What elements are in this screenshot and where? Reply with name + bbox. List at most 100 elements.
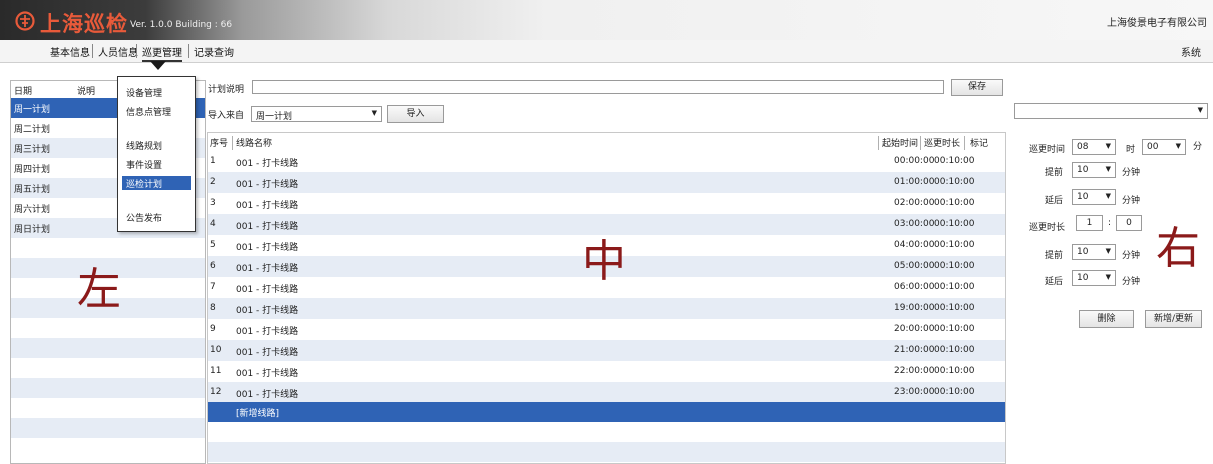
row-start-time: 20:00:00 bbox=[894, 324, 935, 334]
row-route-name: 001 - 打卡线路 bbox=[236, 159, 299, 169]
row-number: 8 bbox=[210, 303, 216, 313]
empty-row bbox=[11, 358, 205, 378]
row-number: 3 bbox=[210, 198, 216, 208]
dropdown-item-label: 公告发布 bbox=[126, 214, 163, 224]
row-duration: 00:10:00 bbox=[934, 240, 975, 250]
row-duration: 00:10:00 bbox=[934, 219, 975, 229]
chevron-down-icon: ▼ bbox=[1105, 273, 1111, 281]
dropdown-item-label: 设备管理 bbox=[126, 89, 163, 99]
column-divider bbox=[920, 136, 921, 150]
plan-item-label: 周四计划 bbox=[14, 165, 51, 175]
table-row[interactable]: 12 001 - 打卡线路 23:00:00 00:10:00 bbox=[208, 382, 1005, 403]
duration-hour-input[interactable]: 1 bbox=[1076, 215, 1103, 231]
menu-device-management[interactable]: 设备管理 bbox=[118, 85, 195, 99]
minutes-unit: 分钟 bbox=[1122, 196, 1141, 206]
early-select-2[interactable]: 10 ▼ bbox=[1072, 244, 1116, 260]
menu-event-settings[interactable]: 事件设置 bbox=[118, 157, 195, 171]
new-route-row[interactable]: [新增线路] bbox=[208, 402, 1005, 422]
patrol-management-dropdown: 设备管理 信息点管理 线路规划 事件设置 巡检计划 公告发布 bbox=[117, 76, 196, 232]
row-start-time: 00:00:00 bbox=[894, 156, 935, 166]
hour-value: 08 bbox=[1077, 142, 1089, 152]
row-start-time: 03:00:00 bbox=[894, 219, 935, 229]
plan-item-label: 周日计划 bbox=[14, 225, 51, 235]
row-duration: 00:10:00 bbox=[934, 198, 975, 208]
table-row[interactable]: 3 001 - 打卡线路 02:00:00 00:10:00 bbox=[208, 193, 1005, 214]
minute-select[interactable]: 00 ▼ bbox=[1142, 139, 1186, 155]
plan-item-label: 周六计划 bbox=[14, 205, 51, 215]
row-duration: 00:10:00 bbox=[934, 282, 975, 292]
row-start-time: 02:00:00 bbox=[894, 198, 935, 208]
save-button[interactable]: 保存 bbox=[951, 79, 1003, 96]
menu-patrol-management[interactable]: 巡更管理 bbox=[142, 44, 182, 62]
row-duration: 00:10:00 bbox=[934, 156, 975, 166]
dropdown-item-label: 信息点管理 bbox=[126, 108, 172, 118]
hour-select[interactable]: 08 ▼ bbox=[1072, 139, 1116, 155]
plan-item-label: 周一计划 bbox=[14, 105, 51, 115]
row-number: 6 bbox=[210, 261, 216, 271]
plan-item-label: 周三计划 bbox=[14, 145, 51, 155]
menu-divider bbox=[92, 44, 93, 58]
early-label: 提前 bbox=[1045, 251, 1064, 261]
minutes-unit: 分钟 bbox=[1122, 168, 1141, 178]
route-table-header: 序号 线路名称 起始时间 巡更时长 标记 bbox=[208, 133, 1005, 151]
table-row[interactable]: 2 001 - 打卡线路 01:00:00 00:10:00 bbox=[208, 172, 1005, 193]
import-from-select[interactable]: 周一计划 ▼ bbox=[251, 106, 382, 122]
row-number: 9 bbox=[210, 324, 216, 334]
menu-divider bbox=[188, 44, 189, 58]
menu-record-query[interactable]: 记录查询 bbox=[194, 44, 234, 59]
table-row[interactable]: 1 001 - 打卡线路 00:00:00 00:10:00 bbox=[208, 151, 1005, 172]
row-start-time: 23:00:00 bbox=[894, 387, 935, 397]
column-date: 日期 bbox=[14, 87, 33, 97]
dropdown-item-label: 事件设置 bbox=[126, 161, 163, 171]
watermark-left: 左 bbox=[77, 264, 121, 315]
duration-minute-input[interactable]: 0 bbox=[1116, 215, 1142, 231]
row-start-time: 05:00:00 bbox=[894, 261, 935, 271]
row-start-time: 06:00:00 bbox=[894, 282, 935, 292]
plan-desc-input[interactable] bbox=[252, 80, 944, 94]
menu-patrol-plan[interactable]: 巡检计划 bbox=[122, 176, 191, 190]
row-start-time: 19:00:00 bbox=[894, 303, 935, 313]
menu-announcement[interactable]: 公告发布 bbox=[118, 210, 195, 224]
right-top-select[interactable]: ▼ bbox=[1014, 103, 1208, 119]
table-row[interactable]: 10 001 - 打卡线路 21:00:00 00:10:00 bbox=[208, 340, 1005, 361]
menu-staff-info[interactable]: 人员信息 bbox=[98, 44, 138, 59]
chevron-down-icon: ▼ bbox=[371, 109, 377, 117]
delete-button[interactable]: 删除 bbox=[1079, 310, 1134, 328]
row-duration: 00:10:00 bbox=[934, 303, 975, 313]
late-select-2[interactable]: 10 ▼ bbox=[1072, 270, 1116, 286]
logo-icon bbox=[15, 11, 35, 31]
late-value: 10 bbox=[1077, 192, 1089, 202]
menu-system[interactable]: 系统 bbox=[1181, 44, 1201, 59]
watermark-middle: 中 bbox=[582, 236, 626, 287]
row-number: 12 bbox=[210, 387, 222, 397]
menu-route-planning[interactable]: 线路规划 bbox=[118, 138, 195, 152]
minute-value: 00 bbox=[1147, 142, 1159, 152]
duration-separator: : bbox=[1108, 218, 1112, 228]
early-value: 10 bbox=[1077, 247, 1089, 257]
row-route-name: 001 - 打卡线路 bbox=[236, 264, 299, 274]
import-button[interactable]: 导入 bbox=[387, 105, 444, 123]
menu-bar: 基本信息 人员信息 巡更管理 记录查询 系统 bbox=[0, 40, 1213, 63]
app-name: 上海巡检 bbox=[40, 12, 128, 36]
add-update-button[interactable]: 新增/更新 bbox=[1145, 310, 1202, 328]
row-start-time: 21:00:00 bbox=[894, 345, 935, 355]
row-duration: 00:10:00 bbox=[934, 366, 975, 376]
menu-basic-info[interactable]: 基本信息 bbox=[50, 44, 90, 59]
row-number: 10 bbox=[210, 345, 222, 355]
table-row[interactable]: 8 001 - 打卡线路 19:00:00 00:10:00 bbox=[208, 298, 1005, 319]
row-start-time: 22:00:00 bbox=[894, 366, 935, 376]
menu-checkpoint-management[interactable]: 信息点管理 bbox=[118, 104, 195, 118]
early-select[interactable]: 10 ▼ bbox=[1072, 162, 1116, 178]
early-value: 10 bbox=[1077, 165, 1089, 175]
table-row[interactable]: 9 001 - 打卡线路 20:00:00 00:10:00 bbox=[208, 319, 1005, 340]
late-select[interactable]: 10 ▼ bbox=[1072, 189, 1116, 205]
table-row[interactable]: 11 001 - 打卡线路 22:00:00 00:10:00 bbox=[208, 361, 1005, 382]
watermark-right: 右 bbox=[1156, 223, 1200, 274]
empty-row bbox=[208, 422, 1005, 442]
row-number: 11 bbox=[210, 366, 222, 376]
empty-row bbox=[11, 398, 205, 418]
row-route-name: 001 - 打卡线路 bbox=[236, 243, 299, 253]
empty-row bbox=[11, 318, 205, 338]
menu-pointer-icon bbox=[150, 61, 166, 70]
row-duration: 00:10:00 bbox=[934, 261, 975, 271]
